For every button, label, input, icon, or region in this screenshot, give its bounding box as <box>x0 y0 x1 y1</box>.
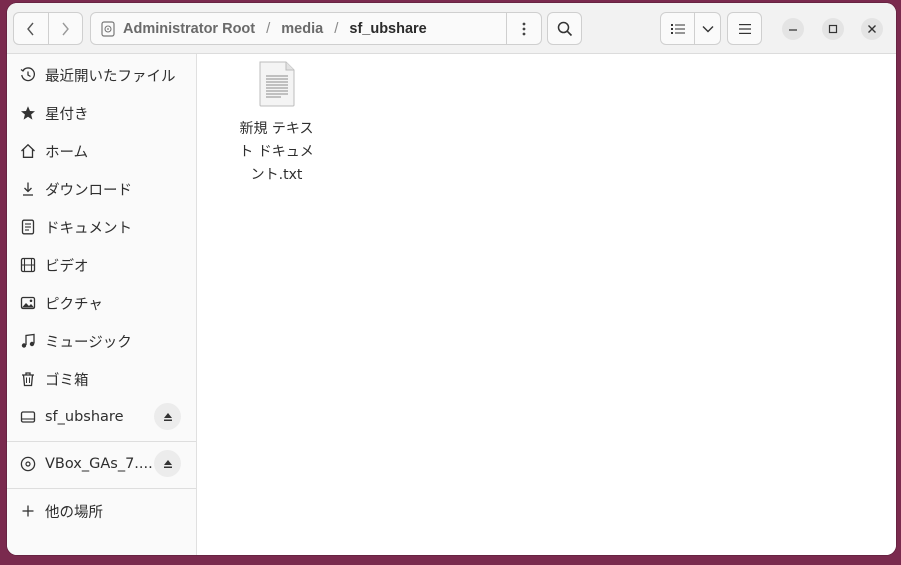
maximize-icon <box>828 24 838 34</box>
chevron-down-icon <box>702 25 713 32</box>
search-button[interactable] <box>547 12 582 45</box>
sidebar-item-label: 最近開いたファイル <box>45 68 176 85</box>
eject-button[interactable] <box>154 450 181 477</box>
view-toggle <box>660 12 721 45</box>
trash-icon <box>19 370 37 388</box>
minimize-button[interactable] <box>782 18 804 40</box>
sidebar-item-pictures[interactable]: ピクチャ <box>7 285 196 321</box>
vertical-dots-icon <box>522 22 526 35</box>
file-name: 新規 テキス ト ドキュメ ント.txt <box>229 118 324 187</box>
chevron-left-icon <box>26 22 34 35</box>
eject-button[interactable] <box>154 403 181 430</box>
drive-icon <box>19 408 37 426</box>
close-button[interactable] <box>861 18 883 40</box>
file-name-line: 新規 テキス <box>239 121 314 137</box>
download-icon <box>19 180 37 198</box>
sidebar-item-label: ミュージック <box>45 334 132 351</box>
sidebar: 最近開いたファイル 星付き ホーム ダウンロード ドキュメント ビデオ ピクチャ <box>7 54 197 555</box>
film-icon <box>19 256 37 274</box>
file-name-line: ント.txt <box>250 167 303 183</box>
sidebar-item-label: ゴミ箱 <box>45 372 89 389</box>
hamburger-icon <box>738 23 751 34</box>
nav-buttons <box>13 12 83 45</box>
sidebar-item-label: ホーム <box>45 144 89 161</box>
sidebar-item-home[interactable]: ホーム <box>7 133 196 169</box>
sidebar-item-documents[interactable]: ドキュメント <box>7 209 196 245</box>
plus-icon <box>19 502 37 520</box>
chevron-right-icon <box>62 22 70 35</box>
list-view-icon <box>670 23 685 34</box>
sidebar-item-videos[interactable]: ビデオ <box>7 247 196 283</box>
disk-icon <box>101 20 115 37</box>
eject-icon <box>163 459 172 468</box>
sidebar-divider <box>7 488 196 489</box>
eject-icon <box>163 412 172 421</box>
sidebar-item-label: 他の場所 <box>45 504 103 521</box>
picture-icon <box>19 294 37 312</box>
file-name-line: ト ドキュメ <box>239 144 314 160</box>
sidebar-item-label: VBox_GAs_7.... <box>45 456 153 472</box>
file-manager-window: Administrator Root / media / sf_ubshare <box>7 3 896 555</box>
breadcrumb-current[interactable]: sf_ubshare <box>349 21 426 37</box>
path-menu-button[interactable] <box>506 13 541 44</box>
clock-icon <box>19 66 37 84</box>
sidebar-item-label: ダウンロード <box>45 182 132 199</box>
file-item[interactable]: 新規 テキス ト ドキュメ ント.txt <box>229 60 324 187</box>
breadcrumb-media[interactable]: media <box>281 21 323 37</box>
view-options-dropdown[interactable] <box>695 13 720 44</box>
back-button[interactable] <box>14 13 48 44</box>
header-bar: Administrator Root / media / sf_ubshare <box>7 3 896 54</box>
close-icon <box>868 25 876 33</box>
sidebar-divider <box>7 441 196 442</box>
text-file-icon <box>259 61 294 107</box>
search-icon <box>557 21 572 36</box>
sidebar-item-starred[interactable]: 星付き <box>7 95 196 131</box>
forward-button[interactable] <box>47 13 83 44</box>
sidebar-item-vbox[interactable]: VBox_GAs_7.... <box>7 446 196 482</box>
sidebar-item-label: ドキュメント <box>45 220 132 237</box>
minimize-icon <box>789 29 797 31</box>
breadcrumb-separator: / <box>334 20 339 37</box>
list-view-button[interactable] <box>661 13 695 44</box>
sidebar-item-music[interactable]: ミュージック <box>7 323 196 359</box>
document-icon <box>19 218 37 236</box>
breadcrumb-separator: / <box>266 20 271 37</box>
home-icon <box>19 142 37 160</box>
breadcrumb-root[interactable]: Administrator Root <box>123 21 255 37</box>
star-icon <box>19 104 37 122</box>
sidebar-item-label: 星付き <box>45 106 89 123</box>
sidebar-item-sf-ubshare[interactable]: sf_ubshare <box>7 399 196 435</box>
music-icon <box>19 332 37 350</box>
optical-disc-icon <box>19 455 37 473</box>
main-menu-button[interactable] <box>727 12 762 45</box>
sidebar-item-recent[interactable]: 最近開いたファイル <box>7 57 196 93</box>
sidebar-item-label: ピクチャ <box>45 296 103 313</box>
sidebar-item-trash[interactable]: ゴミ箱 <box>7 361 196 397</box>
sidebar-item-label: ビデオ <box>45 258 89 275</box>
sidebar-item-other-locations[interactable]: 他の場所 <box>7 493 196 529</box>
path-bar[interactable]: Administrator Root / media / sf_ubshare <box>90 12 542 45</box>
maximize-button[interactable] <box>822 18 844 40</box>
sidebar-item-downloads[interactable]: ダウンロード <box>7 171 196 207</box>
sidebar-item-label: sf_ubshare <box>45 409 124 425</box>
